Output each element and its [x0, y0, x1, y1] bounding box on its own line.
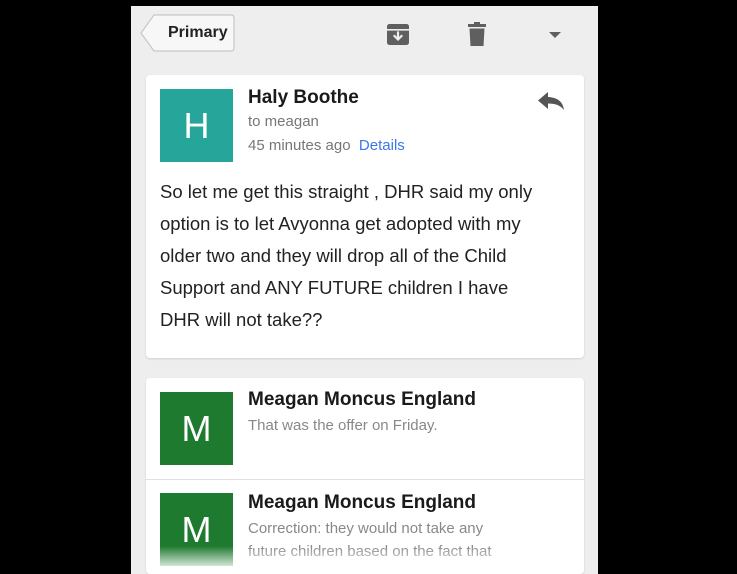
body-line: option is to let Avyonna get adopted wit… [160, 213, 521, 234]
message-card-expanded[interactable]: H Haly Boothe to meagan 45 minutes ago D… [146, 75, 584, 358]
sender-name: Haly Boothe [248, 87, 359, 108]
body-line: older two and they will drop all of the … [160, 245, 507, 266]
toolbar: Primary [131, 6, 598, 64]
timestamp: 45 minutes ago [248, 137, 351, 154]
message-body: So let me get this straight , DHR said m… [160, 176, 580, 336]
dropdown-icon[interactable] [541, 20, 569, 48]
message-row[interactable]: M Meagan Moncus England That was the off… [146, 378, 584, 478]
back-to-primary-button[interactable]: Primary [140, 14, 235, 52]
snippet-fade [146, 546, 584, 566]
snippet-line: That was the offer on Friday. [248, 417, 438, 434]
avatar-letter: M [181, 408, 212, 449]
snippet-line: Correction: they would not take any [248, 520, 484, 537]
message-row[interactable]: M Meagan Moncus England Correction: they… [146, 480, 584, 574]
video-frame: Primary H Haly Boothe to meagan 45 minut… [0, 0, 737, 574]
timestamp-line: 45 minutes ago Details [248, 137, 405, 154]
body-line: Support and ANY FUTURE children I have [160, 277, 509, 298]
recipient-line: to meagan [248, 113, 319, 130]
avatar-letter: M [181, 509, 212, 550]
avatar-letter: H [183, 105, 210, 146]
avatar: H [160, 89, 233, 162]
back-chip-label: Primary [168, 24, 228, 41]
archive-icon[interactable] [384, 20, 412, 48]
collapsed-messages-card: M Meagan Moncus England That was the off… [146, 378, 584, 574]
sender-name: Meagan Moncus England [248, 389, 477, 410]
email-app-screen: Primary H Haly Boothe to meagan 45 minut… [131, 6, 598, 574]
avatar: M [160, 392, 233, 465]
trash-icon[interactable] [463, 20, 491, 48]
sender-name: Meagan Moncus England [248, 492, 477, 513]
body-line: So let me get this straight , DHR said m… [160, 181, 533, 202]
message-snippet: That was the offer on Friday. [248, 414, 548, 437]
reply-icon[interactable] [535, 89, 567, 113]
details-link[interactable]: Details [359, 137, 405, 154]
body-line: DHR will not take?? [160, 309, 323, 330]
